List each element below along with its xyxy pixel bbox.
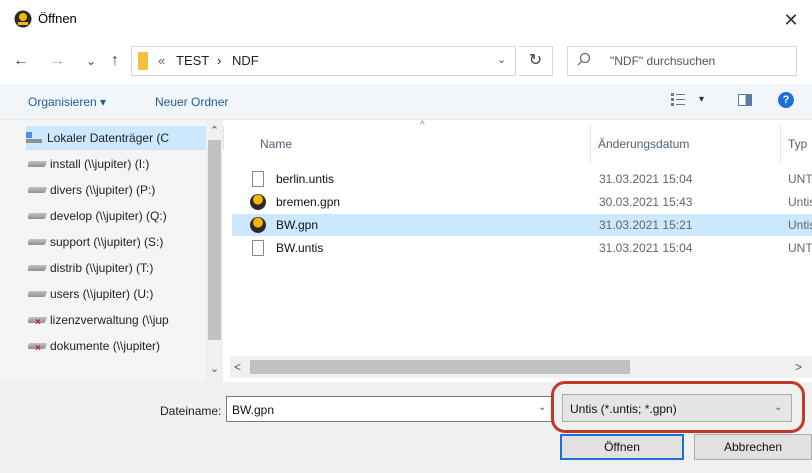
refresh-icon[interactable]: ↻	[519, 46, 553, 76]
breadcrumb-test[interactable]: TEST	[176, 53, 209, 68]
filename-value: BW.gpn	[232, 403, 275, 417]
file-name: BW.gpn	[276, 218, 319, 232]
sidebar-item-label: distrib (\\jupiter) (T:)	[50, 261, 154, 275]
search-placeholder: "NDF" durchsuchen	[610, 54, 716, 68]
sidebar-item-divers[interactable]: divers (\\jupiter) (P:)	[28, 178, 218, 202]
sidebar-item-label: dokumente (\\jupiter)	[50, 339, 161, 353]
horizontal-scroll-thumb[interactable]	[250, 360, 630, 374]
column-divider[interactable]	[780, 124, 781, 164]
document-icon	[252, 240, 264, 256]
local-disk-icon	[26, 132, 42, 144]
filename-input[interactable]	[226, 396, 554, 422]
new-folder-button[interactable]: Neuer Ordner	[155, 95, 228, 109]
sidebar-item-label: Lokaler Datenträger (C	[47, 131, 170, 145]
scroll-left-icon[interactable]: <	[234, 360, 241, 374]
network-drive-icon	[28, 159, 48, 169]
scroll-up-icon[interactable]: ⌃	[206, 124, 223, 137]
back-arrow-icon[interactable]: ←	[10, 50, 32, 72]
file-name: berlin.untis	[276, 172, 335, 186]
cancel-button[interactable]: Abbrechen	[694, 434, 812, 460]
file-type: Untis	[788, 195, 812, 209]
sort-ascending-icon: ^	[420, 120, 425, 131]
address-dropdown-icon[interactable]: ⌄	[497, 53, 506, 66]
sidebar-item-lizenzverwaltung[interactable]: × lizenzverwaltung (\\jup	[28, 308, 218, 332]
sidebar-item-support[interactable]: support (\\jupiter) (S:)	[28, 230, 218, 254]
sidebar-item-label: develop (\\jupiter) (Q:)	[50, 209, 167, 223]
file-row[interactable]: bremen.gpn 30.03.2021 15:43 Untis	[232, 191, 812, 213]
folder-icon	[138, 52, 148, 70]
file-name: BW.untis	[276, 241, 324, 255]
recent-locations-icon[interactable]: ⌄	[80, 50, 102, 72]
gpn-file-icon	[250, 217, 266, 233]
scroll-down-icon[interactable]: ⌄	[206, 362, 223, 375]
file-date: 31.03.2021 15:04	[599, 172, 693, 186]
file-row[interactable]: BW.untis 31.03.2021 15:04 UNTIS	[232, 237, 812, 259]
sidebar-item-label: install (\\jupiter) (I:)	[50, 157, 150, 171]
view-options-icon[interactable]	[670, 91, 686, 107]
network-drive-icon	[28, 211, 48, 221]
sidebar-item-local-disk[interactable]: Lokaler Datenträger (C	[26, 126, 230, 150]
breadcrumb-ndf[interactable]: NDF	[232, 53, 259, 68]
column-divider[interactable]	[590, 124, 591, 164]
highlight-annotation	[551, 381, 805, 433]
command-bar	[0, 84, 812, 120]
network-drive-icon	[28, 289, 48, 299]
disconnected-drive-icon: ×	[28, 341, 48, 354]
sidebar-item-develop[interactable]: develop (\\jupiter) (Q:)	[28, 204, 218, 228]
column-header-date[interactable]: Änderungsdatum	[598, 137, 689, 151]
help-icon[interactable]: ?	[778, 92, 794, 108]
scroll-right-icon[interactable]: >	[795, 360, 802, 374]
network-drive-icon	[28, 237, 48, 247]
file-type: Untis	[788, 218, 812, 232]
filename-label: Dateiname:	[160, 404, 222, 418]
file-date: 31.03.2021 15:04	[599, 241, 693, 255]
sidebar-item-users[interactable]: users (\\jupiter) (U:)	[28, 282, 218, 306]
view-dropdown-icon[interactable]: ▾	[699, 94, 704, 105]
search-icon	[577, 52, 591, 66]
preview-pane-icon[interactable]	[738, 94, 752, 106]
sidebar-item-install[interactable]: install (\\jupiter) (I:)	[28, 152, 218, 176]
file-date: 30.03.2021 15:43	[599, 195, 693, 209]
up-arrow-icon[interactable]: ↑	[104, 50, 126, 72]
organize-button[interactable]: Organisieren ▾	[28, 95, 106, 109]
app-icon	[14, 10, 32, 28]
filename-dropdown-icon[interactable]: ⌄	[538, 402, 546, 413]
sidebar-item-distrib[interactable]: distrib (\\jupiter) (T:)	[28, 256, 218, 280]
document-icon	[252, 171, 264, 187]
disconnected-drive-icon: ×	[28, 315, 48, 328]
network-drive-icon	[28, 263, 48, 273]
file-date: 31.03.2021 15:21	[599, 218, 693, 232]
file-type: UNTIS	[788, 241, 812, 255]
column-header-name[interactable]: Name	[260, 137, 292, 151]
sidebar-item-dokumente[interactable]: × dokumente (\\jupiter)	[28, 334, 218, 358]
file-row-selected[interactable]: BW.gpn 31.03.2021 15:21 Untis	[232, 214, 812, 236]
forward-arrow-icon[interactable]: →	[46, 50, 68, 72]
window-title: Öffnen	[38, 11, 77, 26]
open-button[interactable]: Öffnen	[560, 434, 684, 460]
sidebar-scroll-thumb[interactable]	[208, 140, 221, 340]
file-type: UNTIS	[788, 172, 812, 186]
network-drive-icon	[28, 185, 48, 195]
sidebar-item-label: lizenzverwaltung (\\jup	[50, 313, 169, 327]
title-bar	[0, 0, 812, 42]
column-header-type[interactable]: Typ	[788, 137, 807, 151]
close-button[interactable]: ✕	[776, 6, 806, 34]
sidebar-item-label: divers (\\jupiter) (P:)	[50, 183, 156, 197]
file-row[interactable]: berlin.untis 31.03.2021 15:04 UNTIS	[232, 168, 812, 190]
sidebar-item-label: users (\\jupiter) (U:)	[50, 287, 154, 301]
breadcrumb-separator: ›	[217, 53, 222, 68]
file-name: bremen.gpn	[276, 195, 341, 209]
sidebar-item-label: support (\\jupiter) (S:)	[50, 235, 164, 249]
gpn-file-icon	[250, 194, 266, 210]
breadcrumb-overflow[interactable]: «	[158, 53, 165, 68]
